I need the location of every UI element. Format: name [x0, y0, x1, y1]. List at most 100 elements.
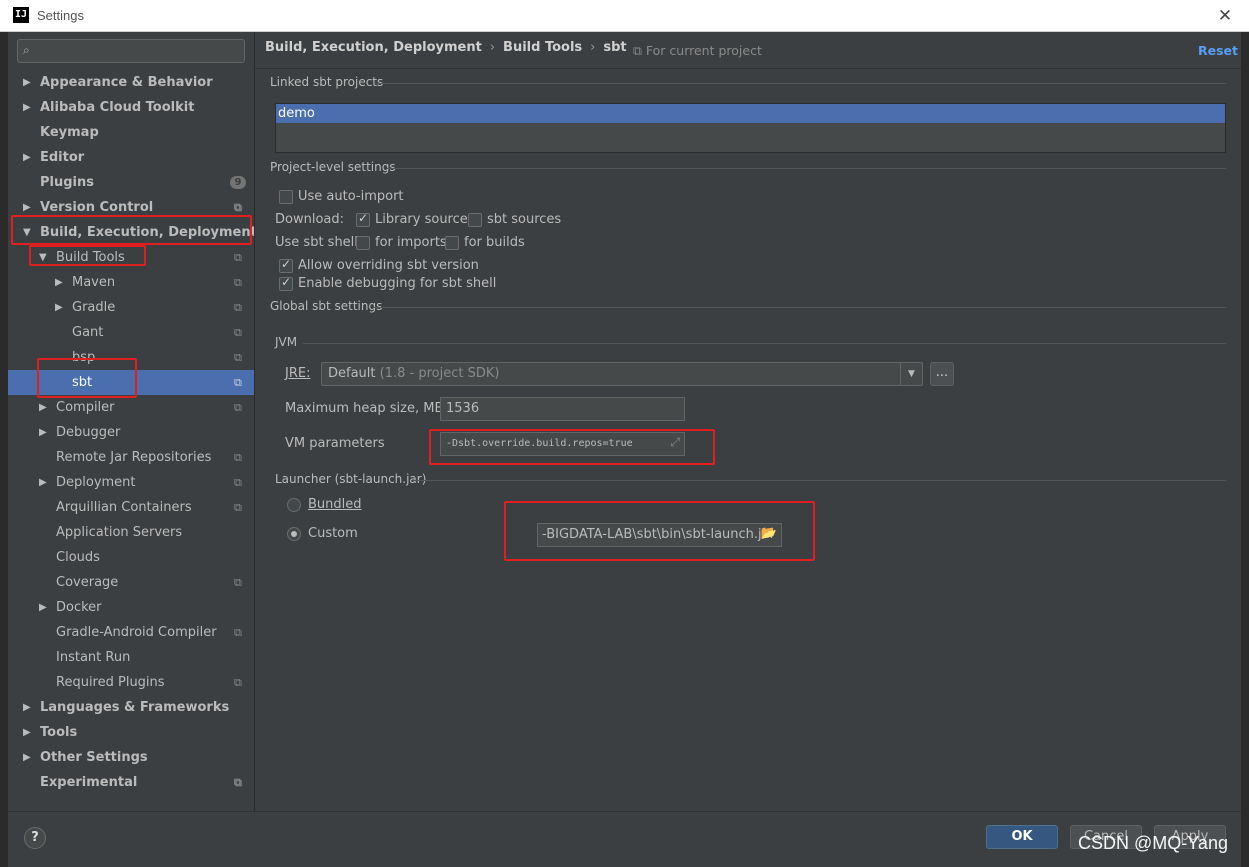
- tree-item-label: Application Servers: [56, 525, 183, 540]
- settings-sidebar: ⌕ ▶ Appearance & Behavior ▶ Alibaba Clou…: [8, 32, 257, 811]
- heap-size-value: 1536: [446, 401, 480, 416]
- section-divider: [373, 307, 1226, 308]
- tree-item-sbt[interactable]: sbt ⧉: [8, 370, 254, 395]
- expand-arrow-icon[interactable]: ▶: [23, 745, 31, 770]
- title-bar: IJ Settings ✕: [0, 0, 1249, 32]
- tree-item-experimental[interactable]: Experimental ⧉: [8, 770, 254, 795]
- collapse-arrow-icon[interactable]: ▼: [39, 245, 47, 270]
- tree-item-remote-jar-repositories[interactable]: Remote Jar Repositories ⧉: [8, 445, 254, 470]
- tree-item-tools[interactable]: ▶ Tools: [8, 720, 254, 745]
- bundled-label: Bundled: [308, 497, 362, 512]
- for-current-project-text: For current project: [645, 43, 762, 58]
- tree-item-bsp[interactable]: bsp ⧉: [8, 345, 254, 370]
- tree-item-plugins[interactable]: Plugins 9: [8, 170, 254, 195]
- for-builds-checkbox[interactable]: [445, 236, 459, 250]
- tree-item-label: Deployment: [56, 475, 136, 490]
- tree-item-gant[interactable]: Gant ⧉: [8, 320, 254, 345]
- tree-item-docker[interactable]: ▶ Docker: [8, 595, 254, 620]
- plugins-update-badge: 9: [230, 176, 246, 189]
- tree-item-other-settings[interactable]: ▶ Other Settings: [8, 745, 254, 770]
- tree-item-coverage[interactable]: Coverage ⧉: [8, 570, 254, 595]
- tree-item-label: Gradle-Android Compiler: [56, 625, 217, 640]
- vm-parameters-input[interactable]: -Dsbt.override.build.repos=true ⤢: [440, 432, 685, 456]
- enable-debugging-checkbox[interactable]: [279, 275, 293, 291]
- project-level-title: Project-level settings: [270, 160, 396, 174]
- tree-item-alibaba-cloud[interactable]: ▶ Alibaba Cloud Toolkit: [8, 95, 254, 120]
- tree-item-editor[interactable]: ▶ Editor: [8, 145, 254, 170]
- tree-item-clouds[interactable]: Clouds: [8, 545, 254, 570]
- reset-link[interactable]: Reset: [1198, 43, 1238, 58]
- tree-item-appearance[interactable]: ▶ Appearance & Behavior: [8, 70, 254, 95]
- search-input[interactable]: ⌕: [17, 39, 245, 63]
- tree-item-label: Debugger: [56, 425, 121, 440]
- jre-select[interactable]: Default (1.8 - project SDK) ▼: [321, 362, 923, 386]
- custom-launcher-path-value: -BIGDATA-LAB\sbt\bin\sbt-launch.jar: [542, 527, 775, 542]
- custom-launcher-path-input[interactable]: -BIGDATA-LAB\sbt\bin\sbt-launch.jar 📂: [537, 523, 782, 547]
- jre-browse-button[interactable]: ...: [930, 362, 954, 386]
- help-icon[interactable]: ?: [24, 827, 46, 849]
- project-scope-icon: ⧉: [234, 776, 242, 789]
- tree-item-build-tools[interactable]: ▼ Build Tools ⧉: [8, 245, 254, 270]
- tree-item-arquillian-containers[interactable]: Arquillian Containers ⧉: [8, 495, 254, 520]
- expand-arrow-icon[interactable]: ▶: [39, 395, 47, 420]
- tree-item-compiler[interactable]: ▶ Compiler ⧉: [8, 395, 254, 420]
- collapse-arrow-icon[interactable]: ▼: [23, 220, 31, 245]
- project-scope-icon: ⧉: [234, 276, 242, 289]
- expand-arrow-icon[interactable]: ▶: [23, 195, 31, 220]
- expand-arrow-icon[interactable]: ▶: [55, 295, 63, 320]
- project-scope-icon: ⧉: [234, 201, 242, 214]
- expand-arrow-icon[interactable]: ▶: [39, 470, 47, 495]
- expand-arrow-icon[interactable]: ▶: [39, 420, 47, 445]
- jre-value: Default: [328, 366, 376, 381]
- tree-item-gradle-android-compiler[interactable]: Gradle-Android Compiler ⧉: [8, 620, 254, 645]
- jre-value-detail: (1.8 - project SDK): [379, 366, 500, 381]
- expand-field-icon[interactable]: ⤢: [670, 435, 680, 450]
- heap-size-input[interactable]: 1536: [440, 397, 685, 421]
- tree-item-gradle[interactable]: ▶ Gradle ⧉: [8, 295, 254, 320]
- tree-item-keymap[interactable]: Keymap: [8, 120, 254, 145]
- for-imports-checkbox[interactable]: [356, 236, 370, 250]
- bundled-radio[interactable]: [287, 498, 301, 512]
- tree-item-required-plugins[interactable]: Required Plugins ⧉: [8, 670, 254, 695]
- intellij-logo-icon: IJ: [13, 7, 29, 23]
- folder-open-icon[interactable]: 📂: [761, 526, 777, 541]
- use-sbt-shell-label: Use sbt shell:: [275, 235, 363, 250]
- settings-window: IJ Settings ✕ ⌕ ▶ Appearance & Behavior …: [0, 0, 1249, 867]
- expand-arrow-icon[interactable]: ▶: [39, 595, 47, 620]
- allow-overriding-checkbox[interactable]: [279, 257, 293, 273]
- tree-item-build-execution-deployment[interactable]: ▼ Build, Execution, Deployment: [8, 220, 257, 245]
- tree-item-label: Languages & Frameworks: [40, 700, 230, 715]
- use-auto-import-checkbox[interactable]: [279, 190, 293, 204]
- tree-item-instant-run[interactable]: Instant Run: [8, 645, 254, 670]
- sbt-sources-label: sbt sources: [487, 212, 562, 227]
- expand-arrow-icon[interactable]: ▶: [23, 720, 31, 745]
- custom-radio[interactable]: [287, 527, 301, 541]
- settings-content: Build, Execution, Deployment › Build Tools…: [255, 32, 1241, 811]
- close-icon[interactable]: ✕: [1212, 3, 1238, 29]
- sbt-sources-checkbox[interactable]: [468, 213, 482, 227]
- vm-parameters-value: -Dsbt.override.build.repos=true: [446, 438, 633, 449]
- tree-item-label: Gradle: [72, 300, 116, 315]
- tree-item-label: Experimental: [40, 775, 138, 790]
- library-sources-checkbox[interactable]: [356, 211, 370, 227]
- linked-projects-list[interactable]: demo: [275, 103, 1226, 153]
- section-divider: [413, 480, 1226, 481]
- ok-button[interactable]: OK: [986, 825, 1058, 849]
- expand-arrow-icon[interactable]: ▶: [23, 95, 31, 120]
- tree-item-label: Required Plugins: [56, 675, 165, 690]
- dropdown-arrow-icon[interactable]: ▼: [900, 363, 922, 385]
- tree-item-application-servers[interactable]: Application Servers: [8, 520, 254, 545]
- expand-arrow-icon[interactable]: ▶: [55, 270, 63, 295]
- tree-item-version-control[interactable]: ▶ Version Control ⧉: [8, 195, 254, 220]
- expand-arrow-icon[interactable]: ▶: [23, 70, 31, 95]
- library-sources-label: Library sources: [375, 212, 475, 227]
- custom-label: Custom: [308, 526, 358, 541]
- heap-size-label: Maximum heap size, MB: [285, 401, 444, 416]
- tree-item-languages-frameworks[interactable]: ▶ Languages & Frameworks: [8, 695, 254, 720]
- tree-item-deployment[interactable]: ▶ Deployment ⧉: [8, 470, 254, 495]
- tree-item-debugger[interactable]: ▶ Debugger: [8, 420, 254, 445]
- expand-arrow-icon[interactable]: ▶: [23, 695, 31, 720]
- tree-item-maven[interactable]: ▶ Maven ⧉: [8, 270, 254, 295]
- expand-arrow-icon[interactable]: ▶: [23, 145, 31, 170]
- linked-project-item[interactable]: demo: [276, 104, 1225, 123]
